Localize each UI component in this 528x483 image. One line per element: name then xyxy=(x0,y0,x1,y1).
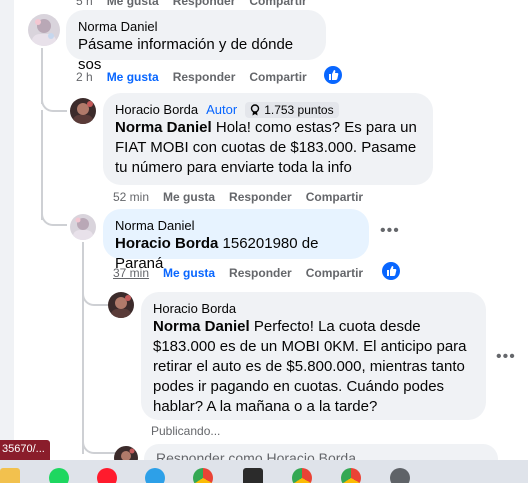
comment-actions: 2 h Me gusta Responder Compartir xyxy=(76,70,307,84)
avatar[interactable] xyxy=(108,292,134,318)
share-button[interactable]: Compartir xyxy=(249,70,306,84)
reply-button[interactable]: Responder xyxy=(229,190,292,204)
comment-author[interactable]: Horacio Borda xyxy=(115,101,198,118)
avatar[interactable] xyxy=(70,98,96,124)
comments-window: 5 h Me gusta Responder Compartir Norma D… xyxy=(0,0,528,483)
comment-bubble: Norma Daniel Horacio Borda 156201980 de … xyxy=(103,209,369,272)
comment-time[interactable]: 5 h xyxy=(76,0,93,8)
medal-icon xyxy=(250,103,260,115)
comment-bubble: Horacio Borda Autor 1.753 puntos Norma D… xyxy=(103,93,433,185)
points-badge[interactable]: 1.753 puntos xyxy=(245,101,339,118)
thread-connector xyxy=(41,60,67,112)
comment-time[interactable]: 2 h xyxy=(76,70,93,84)
chrome-profile-icon[interactable] xyxy=(292,468,312,483)
comment-header: Horacio Borda Autor 1.753 puntos xyxy=(115,101,421,118)
points-label: 1.753 puntos xyxy=(264,102,334,117)
terminal-icon[interactable] xyxy=(243,468,263,483)
chrome-icon[interactable] xyxy=(341,468,361,483)
mention-link[interactable]: Horacio Borda xyxy=(115,235,218,252)
reply-button[interactable]: Responder xyxy=(173,0,236,8)
like-button[interactable]: Me gusta xyxy=(107,70,159,84)
mention-link[interactable]: Norma Daniel xyxy=(115,119,212,136)
avatar-image xyxy=(28,14,60,46)
avatar-image xyxy=(70,98,96,124)
comment-text: Norma Daniel Hola! como estas? Es para u… xyxy=(115,118,421,178)
comment-bubble: Horacio Borda Norma Daniel Perfecto! La … xyxy=(141,292,486,420)
more-options-icon[interactable]: ••• xyxy=(496,348,516,366)
comments-card: 5 h Me gusta Responder Compartir Norma D… xyxy=(14,0,528,474)
share-button[interactable]: Compartir xyxy=(306,266,363,280)
url-status-chip: 35670/... xyxy=(0,440,50,460)
avatar-image xyxy=(70,214,96,240)
spotify-icon[interactable] xyxy=(49,468,69,483)
comment-author[interactable]: Horacio Borda xyxy=(153,300,474,317)
like-button[interactable]: Me gusta xyxy=(163,190,215,204)
comment-text: Pásame información y de dónde sos xyxy=(78,36,294,73)
avatar[interactable] xyxy=(28,14,60,46)
file-explorer-icon[interactable] xyxy=(0,468,20,483)
thumbs-up-icon xyxy=(387,266,397,276)
reply-button[interactable]: Responder xyxy=(229,266,292,280)
taskbar xyxy=(0,460,528,483)
more-options-icon[interactable]: ••• xyxy=(380,222,400,240)
comment-bubble: Norma Daniel Pásame información y de dón… xyxy=(66,10,326,73)
comment-author[interactable]: Norma Daniel xyxy=(115,217,357,234)
settings-icon[interactable] xyxy=(390,468,410,483)
like-reaction-icon[interactable] xyxy=(382,262,400,280)
share-button[interactable]: Compartir xyxy=(306,190,363,204)
avatar-image xyxy=(108,292,134,318)
mention-link[interactable]: Norma Daniel xyxy=(153,318,250,335)
opera-icon[interactable] xyxy=(97,468,117,483)
avatar[interactable] xyxy=(70,214,96,240)
thumbs-up-icon xyxy=(329,70,339,80)
edge-icon[interactable] xyxy=(145,468,165,483)
thread-connector xyxy=(82,410,116,454)
share-button[interactable]: Compartir xyxy=(249,0,306,8)
thread-connector xyxy=(82,264,108,306)
comment-actions: 52 min Me gusta Responder Compartir xyxy=(113,190,363,204)
page-gutter xyxy=(0,0,14,483)
reply-button[interactable]: Responder xyxy=(173,70,236,84)
like-button[interactable]: Me gusta xyxy=(163,266,215,280)
comment-time[interactable]: 52 min xyxy=(113,190,149,204)
publishing-status: Publicando... xyxy=(151,424,221,438)
like-reaction-icon[interactable] xyxy=(324,66,342,84)
like-button[interactable]: Me gusta xyxy=(107,0,159,8)
top-actions-row: 5 h Me gusta Responder Compartir xyxy=(76,0,307,8)
thread-connector xyxy=(41,180,67,226)
author-badge: Autor xyxy=(206,102,238,117)
comment-author[interactable]: Norma Daniel xyxy=(78,18,314,35)
comment-time[interactable]: 37 min xyxy=(113,266,149,280)
chrome-icon[interactable] xyxy=(193,468,213,483)
comment-text: Norma Daniel Perfecto! La cuota desde $1… xyxy=(153,317,474,417)
comment-actions: 37 min Me gusta Responder Compartir xyxy=(113,266,363,280)
